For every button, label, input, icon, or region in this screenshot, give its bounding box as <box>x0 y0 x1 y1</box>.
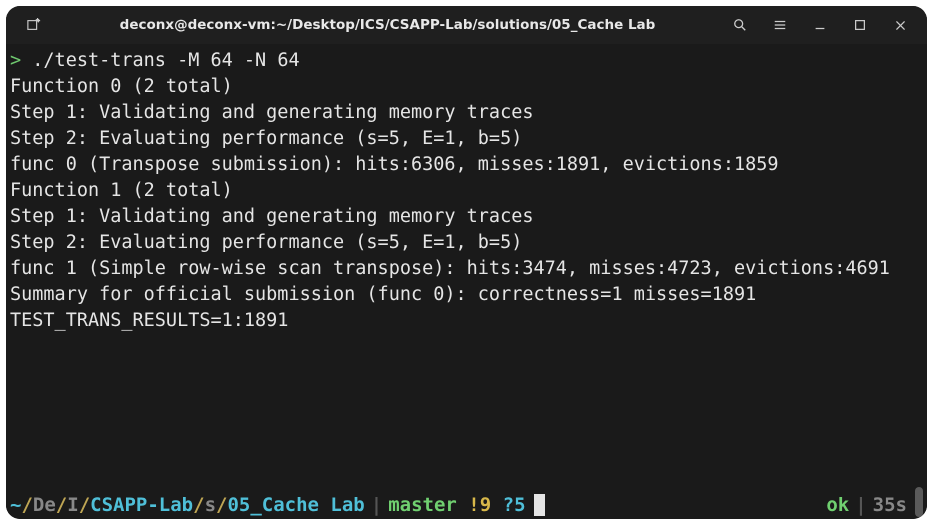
output-line: Function 1 (2 total) <box>10 178 923 204</box>
status-slash: / <box>56 494 67 516</box>
menu-button[interactable] <box>761 10 799 40</box>
titlebar: deconx@deconx-vm:~/Desktop/ICS/CSAPP-Lab… <box>6 6 927 44</box>
status-slash: / <box>216 494 227 516</box>
output-line: func 1 (Simple row-wise scan transpose):… <box>10 256 923 282</box>
maximize-icon <box>853 18 867 32</box>
search-button[interactable] <box>721 10 759 40</box>
status-seg: De <box>33 494 56 516</box>
output-line: func 0 (Transpose submission): hits:6306… <box>10 152 923 178</box>
status-bar: ~/De/I/CSAPP-Lab/s/05_Cache Lab | master… <box>10 491 923 519</box>
maximize-button[interactable] <box>841 10 879 40</box>
status-seg: CSAPP-Lab <box>90 494 193 516</box>
status-slash: / <box>21 494 32 516</box>
new-tab-icon <box>27 18 41 32</box>
status-seg: I <box>67 494 78 516</box>
terminal-window: deconx@deconx-vm:~/Desktop/ICS/CSAPP-Lab… <box>6 6 927 519</box>
close-button[interactable] <box>881 10 919 40</box>
status-time: 35s <box>873 492 907 518</box>
status-path: ~/De/I/CSAPP-Lab/s/05_Cache Lab <box>10 492 365 518</box>
command-line: > ./test-trans -M 64 -N 64 <box>10 48 923 74</box>
output-line: Step 2: Evaluating performance (s=5, E=1… <box>10 126 923 152</box>
minimize-icon <box>813 18 827 32</box>
status-seg: 05_Cache Lab <box>227 494 364 516</box>
status-pipe: | <box>855 492 866 518</box>
status-slash: / <box>193 494 204 516</box>
status-tilde: ~ <box>10 494 21 516</box>
output-line: Step 2: Evaluating performance (s=5, E=1… <box>10 230 923 256</box>
output-line: TEST_TRANS_RESULTS=1:1891 <box>10 308 923 334</box>
status-dirty: !9 <box>468 492 491 518</box>
output-line: Function 0 (2 total) <box>10 74 923 100</box>
new-tab-button[interactable] <box>15 10 53 40</box>
output-line: Step 1: Validating and generating memory… <box>10 204 923 230</box>
command-text: ./test-trans -M 64 -N 64 <box>21 50 299 71</box>
minimize-button[interactable] <box>801 10 839 40</box>
status-slash: / <box>79 494 90 516</box>
output-line: Step 1: Validating and generating memory… <box>10 100 923 126</box>
window-title: deconx@deconx-vm:~/Desktop/ICS/CSAPP-Lab… <box>54 17 721 33</box>
output-line: Summary for official submission (func 0)… <box>10 282 923 308</box>
hamburger-icon <box>773 18 787 32</box>
terminal-body[interactable]: > ./test-trans -M 64 -N 64 Function 0 (2… <box>6 44 927 519</box>
cursor <box>534 494 545 516</box>
status-pipe: | <box>371 492 382 518</box>
close-icon <box>894 19 907 32</box>
status-branch: master <box>388 492 457 518</box>
status-untracked: ?5 <box>503 492 526 518</box>
prompt-marker: > <box>10 50 21 71</box>
status-ok: ok <box>826 492 849 518</box>
search-icon <box>733 18 747 32</box>
status-seg: s <box>205 494 216 516</box>
scrollbar-thumb[interactable] <box>915 487 923 517</box>
